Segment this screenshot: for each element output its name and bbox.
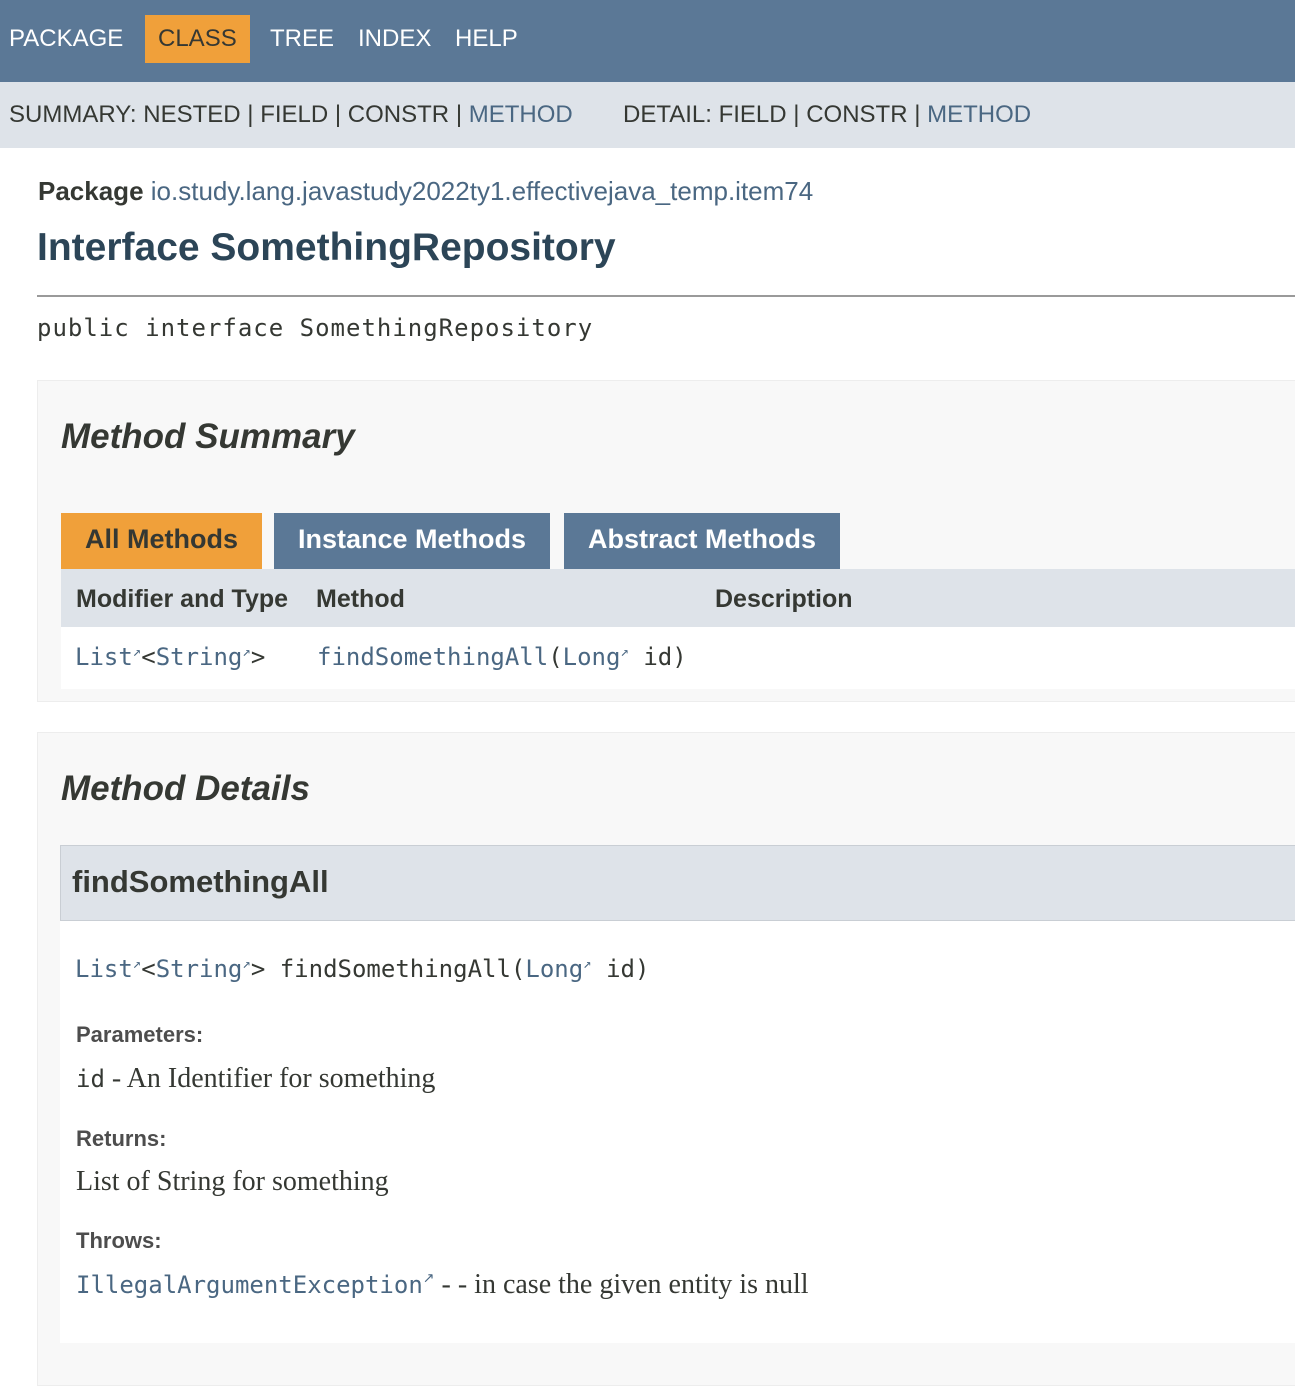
method-summary-title: Method Summary — [61, 417, 355, 456]
throws-description: IllegalArgumentException↗ - - in case th… — [76, 1269, 809, 1301]
nav-class[interactable]: CLASS — [145, 15, 250, 63]
declaration-modifiers: public interface — [37, 314, 285, 342]
external-link-icon: ↗ — [132, 956, 142, 972]
nav-package[interactable]: PACKAGE — [9, 15, 123, 63]
separator: | — [914, 101, 921, 128]
return-type-cell: List↗<String↗> — [75, 643, 265, 671]
method-summary-section: Method Summary All Methods Instance Meth… — [37, 380, 1295, 702]
long-type-link[interactable]: Long — [563, 643, 621, 671]
sub-nav: SUMMARY: NESTED | FIELD | CONSTR | METHO… — [0, 82, 1295, 148]
long-type-link[interactable]: Long — [525, 955, 583, 983]
generic-open: < — [141, 955, 156, 983]
package-label: Package — [38, 176, 144, 206]
col-method: Method — [316, 585, 405, 613]
declaration-name: SomethingRepository — [299, 314, 594, 342]
parameters-label: Parameters: — [76, 1022, 204, 1047]
external-link-icon: ↗ — [422, 1271, 435, 1287]
separator: | — [455, 101, 463, 128]
external-link-icon: ↗ — [583, 956, 592, 972]
param-name: id) — [606, 955, 650, 983]
generic-close: > — [250, 643, 266, 671]
detail-method-link[interactable]: METHOD — [927, 101, 1031, 128]
page-title: Interface SomethingRepository — [37, 226, 616, 269]
separator: | — [334, 101, 342, 128]
summary-links: SUMMARY: NESTED | FIELD | CONSTR | METHO… — [9, 82, 573, 148]
summary-method-link[interactable]: METHOD — [469, 101, 573, 128]
returns-text: List of String for something — [76, 1166, 389, 1197]
col-modifier-type: Modifier and Type — [76, 585, 289, 613]
summary-table-header: Modifier and Type Method Description — [61, 569, 1295, 627]
list-type-link[interactable]: List — [75, 643, 133, 671]
separator: | — [247, 101, 254, 128]
method-details-section: Method Details findSomethingAll List↗<St… — [37, 732, 1295, 1386]
tab-instance-methods[interactable]: Instance Methods — [274, 513, 551, 569]
detail-label: DETAIL: — [623, 101, 712, 128]
top-nav: PACKAGE CLASS TREE INDEX HELP — [0, 0, 1295, 82]
exception-link[interactable]: IllegalArgumentException — [76, 1271, 423, 1299]
external-link-icon: ↗ — [242, 956, 251, 972]
summary-field: FIELD — [260, 101, 329, 128]
detail-links: DETAIL: FIELD | CONSTR | METHOD — [623, 82, 1031, 148]
external-link-icon: ↗ — [242, 644, 251, 660]
method-detail-name: findSomethingAll — [72, 864, 329, 899]
summary-label: SUMMARY: — [9, 101, 137, 128]
nav-help[interactable]: HELP — [455, 15, 518, 63]
throws-label: Throws: — [76, 1228, 162, 1253]
package-line: Package io.study.lang.javastudy2022ty1.e… — [38, 176, 813, 207]
returns-label: Returns: — [76, 1126, 167, 1151]
list-type-link[interactable]: List — [75, 955, 133, 983]
summary-nested: NESTED — [143, 101, 241, 128]
nav-index[interactable]: INDEX — [358, 15, 431, 63]
param-code: id — [76, 1065, 105, 1093]
external-link-icon: ↗ — [620, 644, 629, 660]
throws-desc: - - in case the given entity is null — [434, 1269, 809, 1300]
paren-open: ( — [548, 643, 563, 671]
string-type-link[interactable]: String — [156, 955, 243, 983]
detail-constr: CONSTR — [806, 101, 908, 128]
param-desc: - An Identifier for something — [104, 1063, 436, 1094]
signature-name: > findSomethingAll( — [250, 955, 526, 983]
method-details-title: Method Details — [61, 769, 310, 808]
param-name: id) — [643, 643, 687, 671]
package-link[interactable]: io.study.lang.javastudy2022ty1.effective… — [151, 176, 813, 206]
type-declaration: public interface SomethingRepository — [37, 314, 593, 342]
method-signature: List↗<String↗> findSomethingAll(Long↗ id… — [75, 955, 649, 983]
tab-abstract-methods[interactable]: Abstract Methods — [564, 513, 841, 569]
nav-tree[interactable]: TREE — [270, 15, 334, 63]
table-row: List↗<String↗> findSomethingAll(Long↗ id… — [61, 627, 1295, 689]
method-cell: findSomethingAll(Long↗ id) — [317, 643, 687, 671]
method-link[interactable]: findSomethingAll — [317, 643, 548, 671]
method-detail-header: findSomethingAll — [60, 845, 1295, 921]
tab-all-methods[interactable]: All Methods — [61, 513, 262, 569]
divider — [37, 295, 1295, 297]
generic-open: < — [141, 643, 156, 671]
col-description: Description — [715, 585, 853, 613]
summary-constr: CONSTR — [347, 101, 450, 128]
method-detail-box: findSomethingAll List↗<String↗> findSome… — [60, 845, 1295, 1343]
detail-field: FIELD — [718, 101, 787, 128]
external-link-icon: ↗ — [132, 644, 142, 660]
separator: | — [793, 101, 800, 128]
parameter-description: id - An Identifier for something — [76, 1063, 435, 1095]
string-type-link[interactable]: String — [156, 643, 243, 671]
